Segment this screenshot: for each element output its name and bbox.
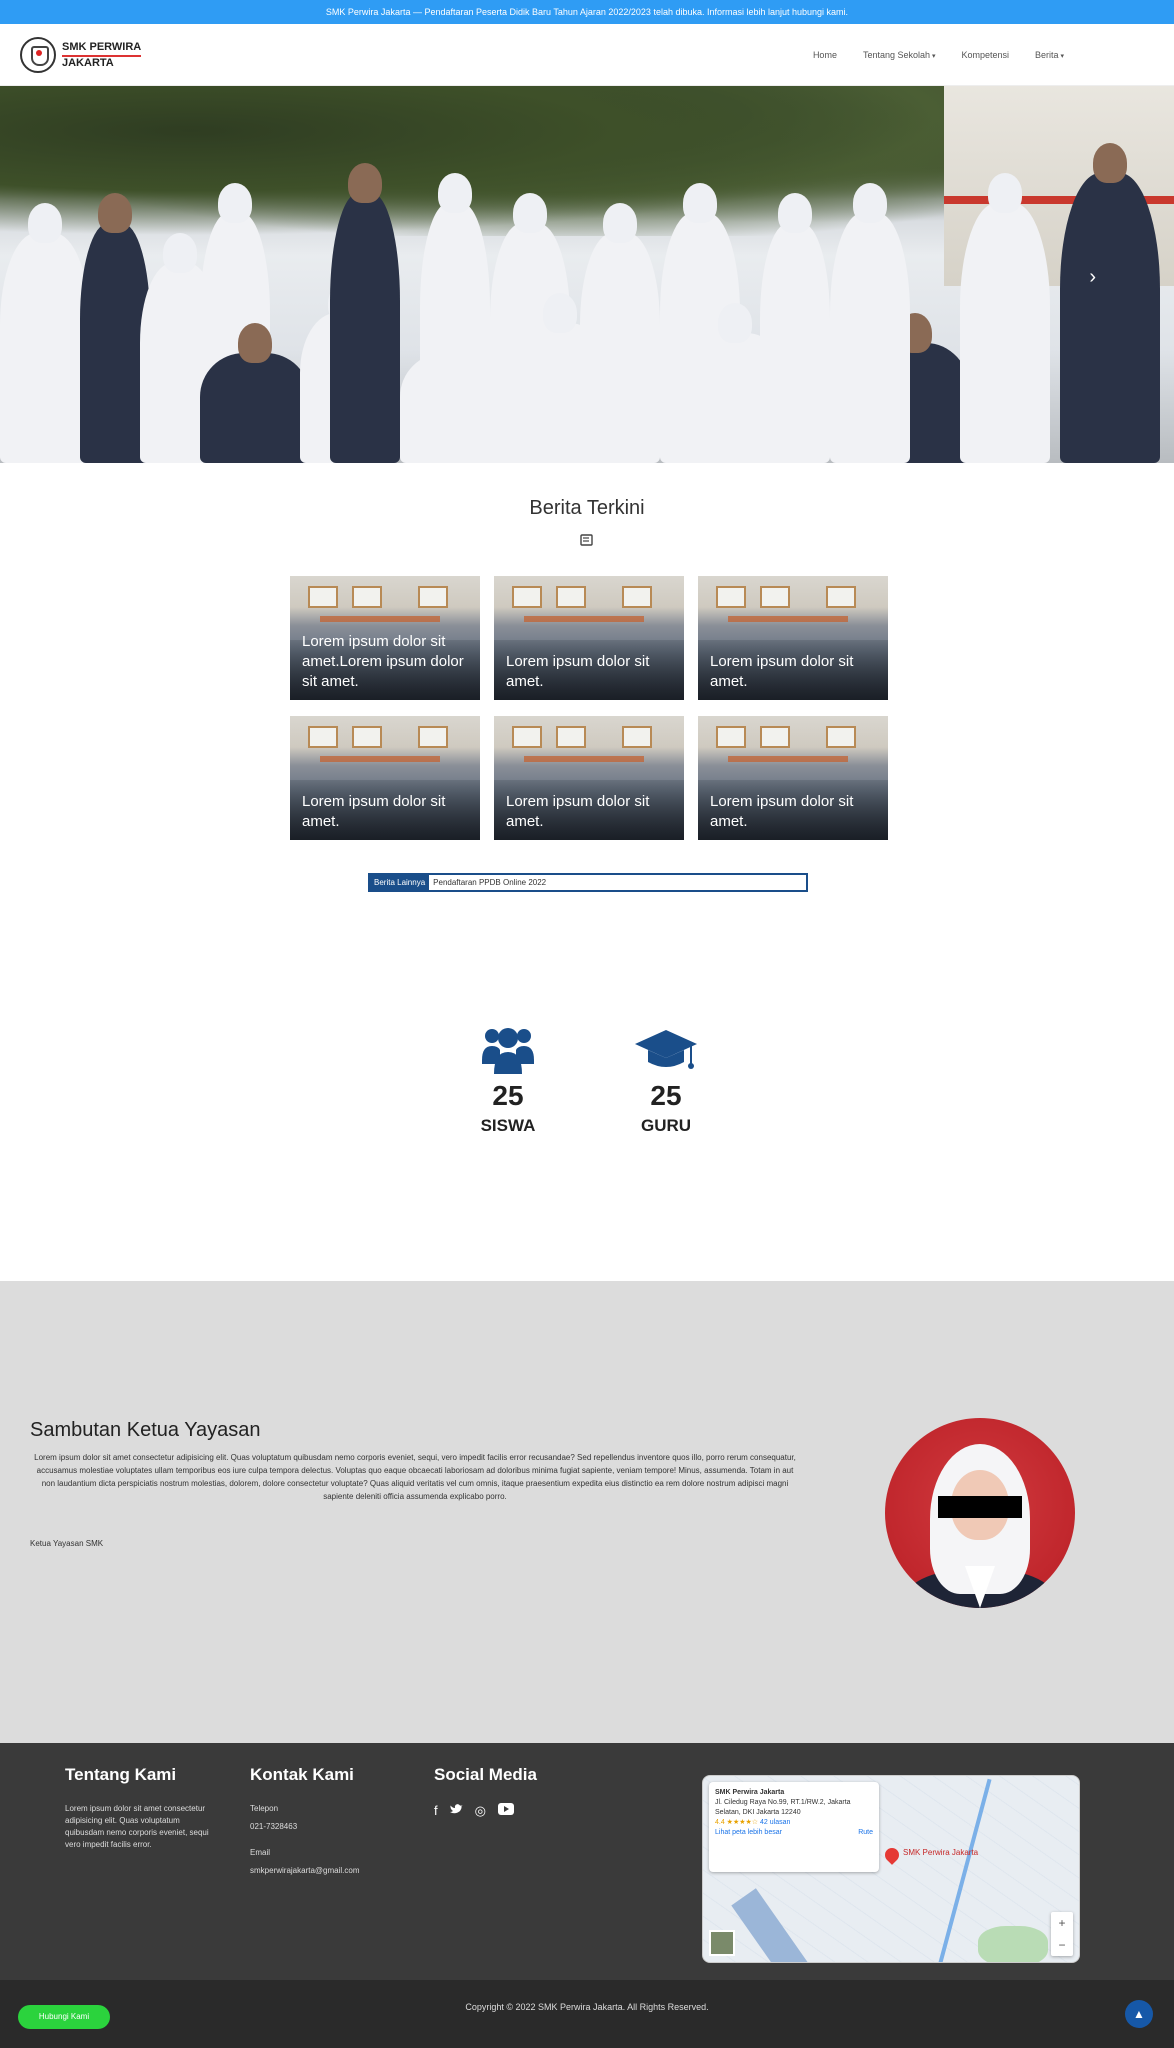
- main-nav: Home Tentang Sekolah Kompetensi Berita: [813, 24, 1064, 86]
- footer-about-title: Tentang Kami: [65, 1765, 177, 1784]
- nav-tentang-sekolah[interactable]: Tentang Sekolah: [863, 50, 936, 60]
- news-card[interactable]: Lorem ipsum dolor sit amet.: [698, 716, 888, 840]
- nav-kompetensi[interactable]: Kompetensi: [961, 50, 1009, 60]
- news-card-caption: Lorem ipsum dolor sit amet.: [506, 653, 650, 690]
- news-section-title: Berita Terkini: [529, 497, 645, 519]
- footer-about: Tentang Kami Lorem ipsum dolor sit amet …: [65, 1765, 215, 1851]
- map-larger-link[interactable]: Lihat peta lebih besar: [715, 1829, 782, 1836]
- instagram-icon[interactable]: ◎: [475, 1803, 486, 1819]
- site-footer: Tentang Kami Lorem ipsum dolor sit amet …: [0, 1743, 1174, 1980]
- logo-line-1: SMK PERWIRA: [62, 41, 142, 57]
- news-card[interactable]: Lorem ipsum dolor sit amet.: [494, 716, 684, 840]
- email-label: Email: [250, 1848, 271, 1857]
- hero-photo: [0, 163, 1174, 463]
- news-card-caption: Lorem ipsum dolor sit amet.: [506, 793, 650, 830]
- map-place-card: SMK Perwira Jakarta Jl. Ciledug Raya No.…: [709, 1782, 879, 1872]
- phone-label: Telepon: [250, 1804, 279, 1813]
- news-card[interactable]: Lorem ipsum dolor sit amet.: [290, 716, 480, 840]
- users-icon: [448, 1024, 568, 1076]
- stat-siswa-label: SISWA: [480, 1116, 536, 1135]
- graduation-cap-icon: [606, 1024, 726, 1076]
- nav-home[interactable]: Home: [813, 50, 837, 60]
- stat-siswa-value: 25: [492, 1080, 524, 1111]
- arrow-up-icon[interactable]: ▲: [1125, 2000, 1153, 2028]
- newspaper-icon: [579, 533, 595, 549]
- map-reviews-link[interactable]: 42 ulasan: [760, 1819, 790, 1826]
- nav-berita[interactable]: Berita: [1035, 50, 1064, 60]
- map-zoom-control[interactable]: + −: [1051, 1912, 1073, 1956]
- youtube-icon[interactable]: [497, 1803, 514, 1819]
- news-card[interactable]: Lorem ipsum dolor sit amet.Lorem ipsum d…: [290, 576, 480, 700]
- news-card-caption: Lorem ipsum dolor sit amet.: [302, 793, 446, 830]
- stat-guru: 25 GURU: [606, 1024, 726, 1136]
- news-card[interactable]: Lorem ipsum dolor sit amet.: [494, 576, 684, 700]
- twitter-icon[interactable]: [449, 1803, 463, 1819]
- hero-carousel: ›: [0, 86, 1174, 463]
- footer-social: Social Media f ◎: [434, 1765, 594, 1819]
- copyright-text: Copyright © 2022 SMK Perwira Jakarta. Al…: [465, 2002, 709, 2012]
- footer-contact: Kontak Kami Telepon 021-7328463 Email sm…: [250, 1765, 410, 1877]
- announcement-ticker: SMK Perwira Jakarta — Pendaftaran Pesert…: [0, 0, 1174, 24]
- other-news-label: Berita Lainnya: [370, 875, 430, 890]
- news-card[interactable]: Lorem ipsum dolor sit amet.: [698, 576, 888, 700]
- embedded-map[interactable]: SMK Perwira Jakarta Jl. Ciledug Raya No.…: [702, 1775, 1080, 1963]
- news-card-caption: Lorem ipsum dolor sit amet.: [710, 793, 854, 830]
- map-address: Jl. Ciledug Raya No.99, RT.1/RW.2, Jakar…: [715, 1799, 851, 1816]
- stat-siswa: 25 SISWA: [448, 1024, 568, 1136]
- whatsapp-button[interactable]: Hubungi Kami: [18, 2005, 110, 2029]
- news-grid: Lorem ipsum dolor sit amet. Lorem ipsum d…: [290, 576, 888, 840]
- sambutan-section: Sambutan Ketua Yayasan Lorem ipsum dolor…: [0, 1281, 1174, 1743]
- facebook-icon[interactable]: f: [434, 1803, 438, 1819]
- sambutan-title: Sambutan Ketua Yayasan: [30, 1419, 261, 1441]
- news-card-caption: Lorem ipsum dolor sit amet.: [710, 653, 854, 690]
- footer-about-text: Lorem ipsum dolor sit amet consectetur a…: [65, 1804, 209, 1849]
- stat-guru-label: GURU: [640, 1116, 692, 1135]
- map-place-name: SMK Perwira Jakarta: [715, 1789, 785, 1796]
- sambutan-body: Lorem ipsum dolor sit amet consectetur a…: [34, 1453, 796, 1501]
- news-card-caption: Lorem ipsum dolor sit amet.Lorem ipsum d…: [302, 633, 464, 690]
- site-header: SMK PERWIRA JAKARTA Home Tentang Sekolah…: [0, 24, 1174, 86]
- ticker-text: SMK Perwira Jakarta — Pendaftaran Pesert…: [325, 7, 849, 17]
- stat-guru-value: 25: [650, 1080, 682, 1111]
- map-rating: 4.4 ★★★★☆: [715, 1819, 759, 1826]
- chevron-right-icon[interactable]: ›: [1089, 266, 1096, 289]
- map-pin-icon[interactable]: [882, 1845, 902, 1865]
- sambutan-signature: Ketua Yayasan SMK: [30, 1539, 104, 1548]
- map-pin-label: SMK Perwira Jakarta: [903, 1848, 979, 1857]
- other-news-value[interactable]: Pendaftaran PPDB Online 2022: [429, 875, 550, 890]
- footer-bottom-bar: Copyright © 2022 SMK Perwira Jakarta. Al…: [0, 1980, 1174, 2048]
- phone-value: 021-7328463: [250, 1822, 298, 1831]
- logo-line-2: JAKARTA: [62, 56, 114, 69]
- email-value[interactable]: smkperwirajakarta@gmail.com: [250, 1865, 410, 1877]
- map-directions-link[interactable]: Rute: [858, 1828, 873, 1838]
- school-crest-icon: [20, 37, 56, 73]
- footer-social-title: Social Media: [434, 1765, 537, 1784]
- site-logo[interactable]: SMK PERWIRA JAKARTA: [20, 37, 142, 73]
- redaction-bar: [938, 1496, 1022, 1518]
- map-satellite-toggle[interactable]: [709, 1930, 735, 1956]
- ketua-yayasan-photo: [885, 1418, 1075, 1608]
- other-news-select[interactable]: Berita Lainnya Pendaftaran PPDB Online 2…: [368, 873, 808, 892]
- footer-contact-title: Kontak Kami: [250, 1765, 354, 1784]
